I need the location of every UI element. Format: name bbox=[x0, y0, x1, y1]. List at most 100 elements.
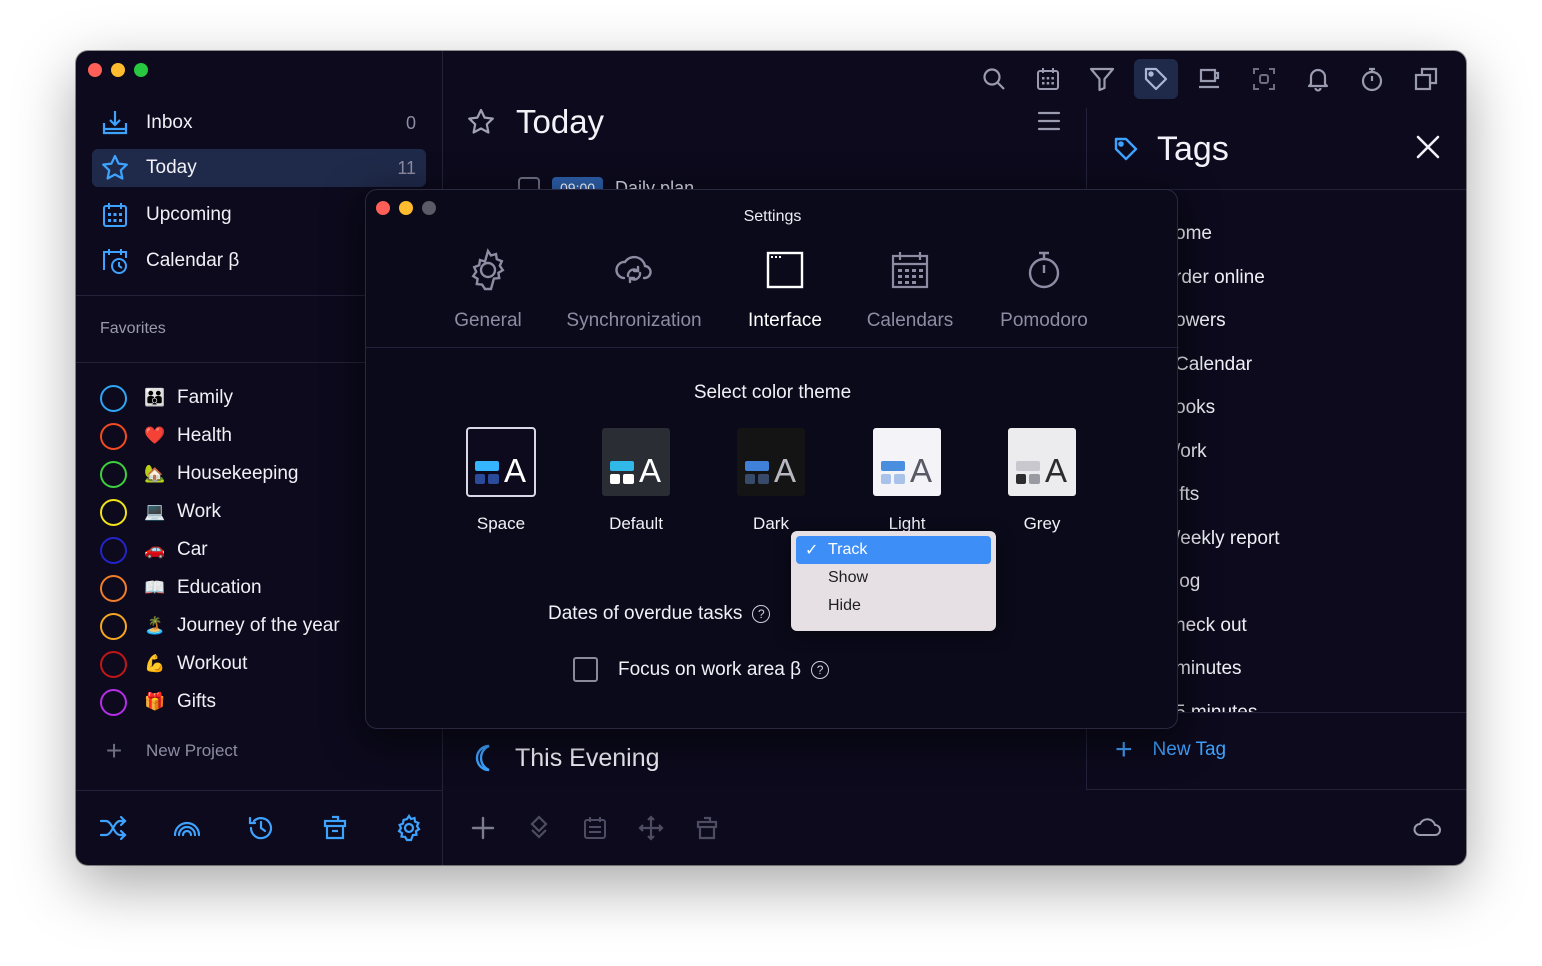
project-item[interactable]: 💻 Work bbox=[100, 497, 221, 527]
calendar-grid-icon bbox=[100, 200, 130, 230]
project-color-ring-icon bbox=[100, 498, 127, 526]
main-bottom-bar bbox=[468, 813, 722, 843]
search-icon[interactable] bbox=[972, 59, 1016, 99]
tab-synchronization[interactable]: Synchronization bbox=[564, 246, 704, 332]
sidebar-item-label: Upcoming bbox=[146, 204, 232, 225]
tab-calendars[interactable]: Calendars bbox=[862, 246, 958, 332]
moon-icon bbox=[475, 744, 490, 772]
trash-icon[interactable] bbox=[692, 813, 722, 843]
project-item[interactable]: 📖 Education bbox=[100, 573, 262, 603]
tag-item[interactable]: heck out bbox=[1175, 615, 1247, 637]
signal-icon[interactable] bbox=[172, 813, 202, 843]
help-icon[interactable]: ? bbox=[752, 605, 771, 623]
top-toolbar bbox=[972, 59, 1448, 99]
project-emoji-icon: 💻 bbox=[144, 502, 166, 521]
tag-item[interactable]: ome bbox=[1175, 223, 1212, 245]
tag-item[interactable]: owers bbox=[1175, 310, 1226, 332]
stopwatch-icon[interactable] bbox=[1350, 59, 1394, 99]
project-item[interactable]: 🏡 Housekeeping bbox=[100, 459, 298, 489]
tag-item[interactable]: log bbox=[1175, 571, 1200, 593]
project-label: Health bbox=[177, 425, 232, 446]
tag-item[interactable]: ifts bbox=[1175, 484, 1199, 506]
sidebar-item-label: Calendar β bbox=[146, 250, 240, 271]
project-emoji-icon: 👪 bbox=[144, 388, 166, 407]
settings-tabs: General Synchronization Interface Calend… bbox=[366, 246, 1179, 348]
tab-general[interactable]: General bbox=[446, 246, 530, 332]
theme-option-default[interactable]: A Default bbox=[581, 428, 691, 534]
dropdown-option-track[interactable]: ✓ Track bbox=[796, 536, 991, 564]
tag-item[interactable]: Calendar bbox=[1175, 354, 1252, 376]
tag-item[interactable]: /eekly report bbox=[1175, 528, 1280, 550]
project-item[interactable]: 🎁 Gifts bbox=[100, 687, 216, 717]
tag-item[interactable]: 5 minutes bbox=[1175, 702, 1257, 713]
project-label: Work bbox=[177, 501, 221, 522]
project-label: Family bbox=[177, 387, 233, 408]
trash-icon[interactable] bbox=[320, 813, 350, 843]
project-color-ring-icon bbox=[100, 574, 127, 602]
project-item[interactable]: 🚗 Car bbox=[100, 535, 208, 565]
tag-item[interactable]: rder online bbox=[1175, 267, 1265, 289]
priority-icon[interactable] bbox=[524, 813, 554, 843]
theme-label: Default bbox=[609, 514, 663, 533]
focus-checkbox[interactable] bbox=[573, 657, 598, 682]
project-item[interactable]: 👪 Family bbox=[100, 383, 233, 413]
theme-option-grey[interactable]: A Grey bbox=[987, 428, 1097, 534]
tag-icon[interactable] bbox=[1134, 59, 1178, 99]
theme-option-space[interactable]: A Space bbox=[446, 427, 556, 534]
history-icon[interactable] bbox=[246, 813, 276, 843]
bell-icon[interactable] bbox=[1296, 59, 1340, 99]
focus-frame-icon[interactable] bbox=[1242, 59, 1286, 99]
calendar-icon[interactable] bbox=[1026, 59, 1070, 99]
divider bbox=[76, 295, 366, 296]
project-item[interactable]: 💪 Workout bbox=[100, 649, 247, 679]
shuffle-icon[interactable] bbox=[98, 813, 128, 843]
add-task-icon[interactable] bbox=[468, 813, 498, 843]
theme-swatch: A bbox=[873, 428, 941, 496]
dropdown-option-hide[interactable]: Hide bbox=[796, 592, 991, 620]
list-menu-icon[interactable] bbox=[1036, 109, 1062, 138]
project-label: Workout bbox=[177, 653, 248, 674]
app-window: Inbox 0 Today 11 Upcoming Calendar β Fav… bbox=[76, 51, 1466, 865]
divider bbox=[76, 362, 366, 363]
project-label: Education bbox=[177, 577, 262, 598]
project-item[interactable]: 🏝️ Journey of the year bbox=[100, 611, 340, 641]
tag-item[interactable]: minutes bbox=[1175, 658, 1242, 680]
checkmark-icon: ✓ bbox=[805, 542, 819, 559]
tag-item[interactable]: /ork bbox=[1175, 441, 1207, 463]
project-color-ring-icon bbox=[100, 422, 127, 450]
tab-label: General bbox=[454, 310, 522, 331]
sidebar-item-inbox[interactable]: Inbox 0 bbox=[92, 104, 426, 142]
settings-dialog: Settings General Synchronization Interfa… bbox=[365, 189, 1179, 729]
project-label: Car bbox=[177, 539, 208, 560]
favorites-heading: Favorites bbox=[100, 320, 166, 337]
gear-icon[interactable] bbox=[394, 813, 424, 843]
focus-work-area-setting[interactable]: Focus on work area β ? bbox=[573, 657, 830, 682]
cloud-icon[interactable] bbox=[1412, 815, 1442, 844]
inbox-icon bbox=[100, 108, 130, 138]
tab-interface[interactable]: Interface bbox=[738, 246, 832, 332]
new-project-button[interactable]: + New Project bbox=[100, 737, 238, 765]
calendar-icon[interactable] bbox=[580, 813, 610, 843]
new-tag-button[interactable]: + New Tag bbox=[1115, 735, 1226, 765]
option-label: Track bbox=[828, 541, 868, 558]
project-emoji-icon: 🏝️ bbox=[144, 616, 166, 635]
sidebar-item-today[interactable]: Today 11 bbox=[92, 149, 426, 187]
tab-pomodoro[interactable]: Pomodoro bbox=[994, 246, 1094, 332]
copy-windows-icon[interactable] bbox=[1404, 59, 1448, 99]
theme-swatch: A bbox=[737, 428, 805, 496]
page-title-text: Today bbox=[516, 103, 605, 140]
project-item[interactable]: ❤️ Health bbox=[100, 421, 232, 451]
coffee-cup-icon[interactable] bbox=[1188, 59, 1232, 99]
sidebar-bottom-bar bbox=[98, 813, 424, 843]
dropdown-option-show[interactable]: Show bbox=[796, 564, 991, 592]
gear-icon bbox=[464, 246, 512, 294]
help-icon[interactable]: ? bbox=[811, 660, 830, 679]
theme-option-dark[interactable]: A Dark bbox=[716, 428, 826, 534]
tag-item[interactable]: ooks bbox=[1175, 397, 1215, 419]
overdue-dropdown-menu: ✓ Track Show Hide bbox=[791, 531, 996, 631]
theme-swatch: A bbox=[1008, 428, 1076, 496]
theme-option-light[interactable]: A Light bbox=[852, 428, 962, 534]
filter-icon[interactable] bbox=[1080, 59, 1124, 99]
move-arrows-icon[interactable] bbox=[636, 813, 666, 843]
section-this-evening: This Evening bbox=[469, 743, 660, 773]
